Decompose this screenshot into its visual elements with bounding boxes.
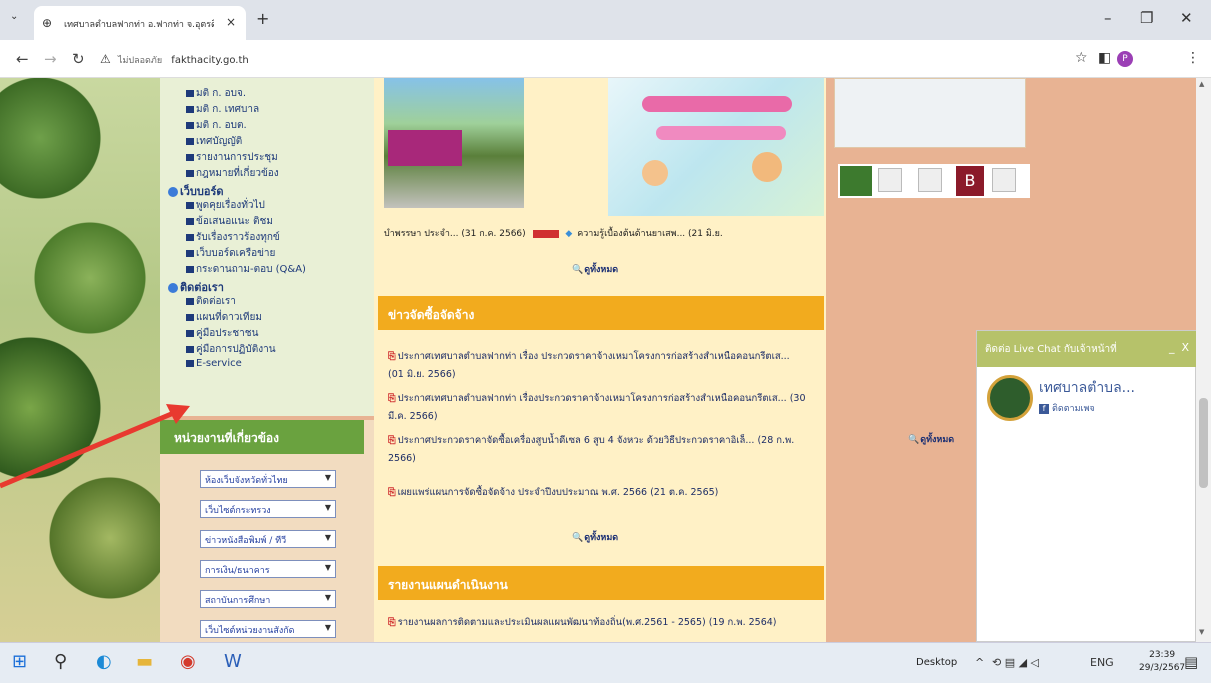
news-view-all-button[interactable]: 🔍ดูทั้งหมด bbox=[572, 262, 618, 276]
edge-browser-icon[interactable]: ◐ bbox=[96, 651, 112, 672]
windows-taskbar: ⊞ ⚲ ◐ ▬ ◉ W Desktop ^ ⟲ ▤ ◢ ◁ ENG 23:39 … bbox=[0, 642, 1211, 683]
new-badge bbox=[532, 229, 559, 238]
globe-icon: ⊕ bbox=[42, 16, 53, 30]
magnifier-icon: 🔍 bbox=[572, 533, 584, 543]
partner-logo-green[interactable] bbox=[840, 166, 872, 196]
windows-start-icon[interactable]: ⊞ bbox=[12, 651, 27, 672]
magnifier-icon: 🔍 bbox=[908, 435, 920, 445]
warning-icon: ⚠ bbox=[100, 52, 111, 66]
partner-logo-b[interactable]: B bbox=[956, 166, 984, 196]
pdf-icon: ⎘ bbox=[388, 617, 396, 628]
pdf-icon: ⎘ bbox=[388, 351, 396, 362]
minimize-icon[interactable]: – bbox=[1104, 9, 1112, 27]
live-chat-title: ติดต่อ Live Chat กับเจ้าหน้าที่ bbox=[985, 344, 1117, 355]
procurement-item[interactable]: ⎘ ประกาศเทศบาลตำบลฟากท่า เรื่องประกวดราคา… bbox=[388, 390, 808, 426]
close-window-icon[interactable]: ✕ bbox=[1180, 9, 1193, 27]
browser-tab-bar: ⌄ ⊕ เทศบาลตำบลฟากท่า อ.ฟากท่า จ.อุตรดิตถ… bbox=[0, 0, 1211, 40]
url-field[interactable]: ⚠ ไม่ปลอดภัย fakthacity.go.th bbox=[100, 52, 249, 67]
close-tab-icon[interactable]: × bbox=[226, 15, 236, 29]
facebook-page-card: เทศบาลตำบล... f ติดตามเพจ bbox=[979, 371, 1193, 427]
procurement-heading: ข่าวจัดซื้อจัดจ้าง bbox=[378, 296, 824, 330]
procurement-view-all-button[interactable]: 🔍ดูทั้งหมด bbox=[572, 530, 618, 544]
browser-tab[interactable]: ⊕ เทศบาลตำบลฟากท่า อ.ฟากท่า จ.อุตรดิตถ์ … bbox=[34, 6, 246, 40]
procurement-item[interactable]: ⎘ เผยแพร่แผนการจัดซื้อจัดจ้าง ประจำปีงบปร… bbox=[388, 484, 808, 502]
facebook-page-name[interactable]: เทศบาลตำบล... bbox=[1039, 377, 1135, 399]
magnifier-icon: 🔍 bbox=[572, 265, 584, 275]
word-icon[interactable]: W bbox=[224, 651, 242, 672]
news-photo-drug-awareness[interactable] bbox=[608, 78, 824, 216]
procurement-item[interactable]: ⎘ ประกาศประกวดราคาจัดซื้อเครื่องสูบน้ำดีเ… bbox=[388, 432, 808, 468]
follow-page-button[interactable]: f ติดตามเพจ bbox=[1039, 401, 1095, 415]
live-chat-widget: ติดต่อ Live Chat กับเจ้าหน้าที่ _ X เทศบ… bbox=[976, 330, 1196, 642]
url-text: fakthacity.go.th bbox=[171, 55, 249, 66]
broken-image-icon[interactable] bbox=[918, 168, 942, 192]
language-indicator[interactable]: ENG bbox=[1090, 656, 1114, 669]
forward-icon[interactable]: → bbox=[44, 50, 57, 68]
procurement-item[interactable]: ⎘ ประกาศเทศบาลตำบลฟากท่า เรื่อง ประกวดราค… bbox=[388, 348, 808, 384]
file-explorer-icon[interactable]: ▬ bbox=[136, 651, 153, 672]
search-icon[interactable]: ⚲ bbox=[54, 651, 67, 672]
scroll-up-icon[interactable]: ▲ bbox=[1199, 80, 1204, 88]
not-secure-label: ไม่ปลอดภัย bbox=[117, 56, 163, 66]
restore-icon[interactable]: ❐ bbox=[1140, 9, 1153, 27]
tray-chevron-icon[interactable]: ^ bbox=[975, 656, 984, 669]
graduation-cap-icon: ◆ bbox=[565, 229, 573, 239]
desktop-label[interactable]: Desktop bbox=[916, 657, 957, 668]
page-viewport: มติ ก. อบจ. มติ ก. เทศบาล มติ ก. อบต. เท… bbox=[0, 78, 1196, 642]
news-link-2[interactable]: ความรู้เบื้องต้นด้านยาเสพ... (21 มิ.ย. bbox=[577, 229, 723, 239]
bookmark-star-icon[interactable]: ☆ bbox=[1075, 50, 1088, 66]
scroll-thumb[interactable] bbox=[1199, 398, 1208, 488]
broken-image-icon[interactable] bbox=[992, 168, 1016, 192]
pdf-icon: ⎘ bbox=[388, 393, 396, 404]
broken-image-icon[interactable] bbox=[878, 168, 902, 192]
report-heading: รายงานแผนดำเนินงาน bbox=[378, 566, 824, 600]
profile-avatar[interactable]: P bbox=[1117, 51, 1133, 67]
tab-list-button[interactable]: ⌄ bbox=[10, 11, 18, 22]
municipality-logo[interactable] bbox=[987, 375, 1033, 421]
red-annotation-arrow bbox=[0, 404, 190, 489]
main-content: บำพรรษา ประจำ... (31 ก.ค. 2566) ◆ ความรู… bbox=[374, 78, 826, 642]
facebook-icon: f bbox=[1039, 404, 1049, 414]
report-item[interactable]: ⎘ รายงานผลการติดตามและประเมินผลแผนพัฒนาท้… bbox=[388, 614, 808, 632]
new-tab-button[interactable]: + bbox=[256, 9, 269, 28]
partner-icons: B bbox=[838, 164, 1030, 198]
chat-minimize-close-icons[interactable]: _ X bbox=[1169, 341, 1189, 354]
tab-title: เทศบาลตำบลฟากท่า อ.ฟากท่า จ.อุตรดิตถ์ - … bbox=[64, 20, 214, 30]
sidebar-icon[interactable]: ◧ bbox=[1098, 50, 1111, 66]
menu-icon[interactable]: ⋮ bbox=[1186, 50, 1200, 66]
system-clock[interactable]: 23:39 29/3/2567 bbox=[1139, 649, 1185, 675]
scroll-down-icon[interactable]: ▼ bbox=[1199, 628, 1204, 636]
pdf-icon: ⎘ bbox=[388, 435, 396, 446]
news-photo-parade[interactable] bbox=[384, 78, 524, 208]
right-view-all-button[interactable]: 🔍ดูทั้งหมด bbox=[908, 432, 954, 446]
news-captions: บำพรรษา ประจำ... (31 ก.ค. 2566) ◆ ความรู… bbox=[384, 226, 723, 240]
live-chat-header[interactable]: ติดต่อ Live Chat กับเจ้าหน้าที่ _ X bbox=[977, 331, 1196, 367]
notification-icon[interactable]: ▤ bbox=[1184, 653, 1198, 671]
address-bar: ← → ↻ ⚠ ไม่ปลอดภัย fakthacity.go.th ☆ ◧ … bbox=[0, 40, 1211, 78]
right-info-box bbox=[834, 78, 1026, 148]
reload-icon[interactable]: ↻ bbox=[72, 50, 85, 68]
page-scrollbar[interactable]: ▲ ▼ bbox=[1196, 78, 1211, 642]
pdf-icon: ⎘ bbox=[388, 487, 396, 498]
tray-app-icons[interactable]: ⟲ ▤ ◢ ◁ bbox=[992, 656, 1039, 669]
back-icon[interactable]: ← bbox=[16, 50, 29, 68]
chrome-icon[interactable]: ◉ bbox=[180, 651, 196, 672]
news-link-1[interactable]: บำพรรษา ประจำ... (31 ก.ค. 2566) bbox=[384, 229, 526, 239]
